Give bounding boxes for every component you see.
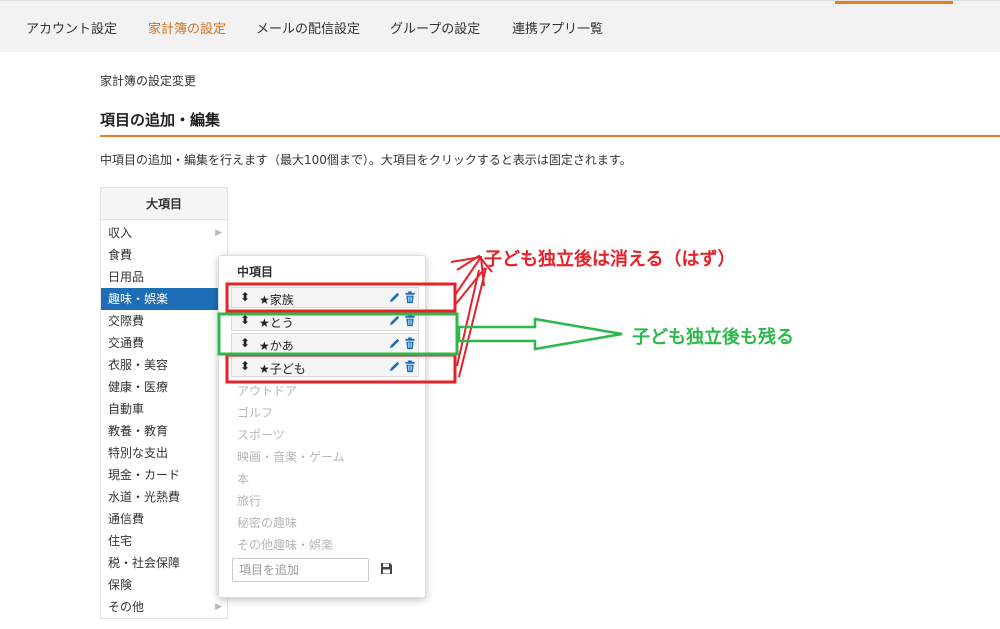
annotation-red-text: 子ども独立後は消える（はず）	[484, 249, 736, 270]
pencil-icon[interactable]	[388, 291, 401, 304]
major-item-label: 収入	[108, 226, 133, 240]
major-item-other[interactable]: その他 ▶	[101, 596, 227, 618]
major-item-label: 日用品	[108, 270, 145, 284]
major-item-label: 住宅	[108, 534, 133, 548]
tab-mail-settings[interactable]: メールの配信設定	[256, 18, 360, 37]
top-nav-bar: アカウント設定 家計簿の設定 メールの配信設定 グループの設定 連携アプリ一覧	[0, 0, 1000, 52]
preset-sub-item: 秘密の趣味	[237, 516, 298, 530]
preset-sub-item: スポーツ	[237, 428, 285, 442]
sub-item-label: ★家族	[259, 293, 294, 307]
tab-account-settings[interactable]: アカウント設定	[26, 18, 117, 37]
preset-sub-item: 本	[237, 472, 250, 486]
pencil-icon[interactable]	[388, 314, 401, 327]
major-item-daily-goods[interactable]: 日用品	[101, 266, 227, 288]
major-category-header: 大項目	[101, 188, 227, 220]
major-item-health[interactable]: 健康・医療	[101, 376, 227, 398]
trash-icon[interactable]	[404, 360, 416, 373]
major-item-utilities[interactable]: 水道・光熱費	[101, 486, 227, 508]
sort-arrows-icon[interactable]: ⬍	[240, 359, 250, 373]
major-item-label: 特別な支出	[108, 446, 169, 460]
major-item-special[interactable]: 特別な支出	[101, 442, 227, 464]
major-item-label: 保険	[108, 578, 133, 592]
preset-sub-item: 映画・音楽・ゲーム	[237, 450, 345, 464]
sub-item-row[interactable]: ⬍ ★とう	[231, 310, 419, 331]
tab-household-settings[interactable]: 家計簿の設定	[148, 18, 226, 37]
major-item-car[interactable]: 自動車	[101, 398, 227, 420]
page-title: 項目の追加・編集	[100, 111, 221, 129]
major-item-transport[interactable]: 交通費	[101, 332, 227, 354]
sort-arrows-icon[interactable]: ⬍	[240, 290, 250, 304]
major-item-income[interactable]: 収入 ▶	[101, 222, 227, 244]
add-item-input[interactable]	[232, 558, 369, 582]
major-item-label: 交際費	[108, 314, 145, 328]
preset-sub-item: 旅行	[237, 494, 262, 508]
annotation-red-arrow	[456, 254, 493, 378]
preset-sub-item: ゴルフ	[237, 406, 274, 420]
nav-accent-line	[835, 1, 953, 4]
chevron-right-icon: ▶	[215, 602, 222, 612]
major-item-clothing[interactable]: 衣服・美容	[101, 354, 227, 376]
sub-item-row[interactable]: ⬍ ★子ども	[231, 356, 419, 377]
major-item-housing[interactable]: 住宅	[101, 530, 227, 552]
trash-icon[interactable]	[404, 314, 416, 327]
major-item-label: 現金・カード	[108, 468, 181, 482]
pencil-icon[interactable]	[388, 337, 401, 350]
major-item-cash-card[interactable]: 現金・カード	[101, 464, 227, 486]
trash-icon[interactable]	[404, 337, 416, 350]
sub-item-row[interactable]: ⬍ ★家族	[231, 287, 419, 308]
page-description: 中項目の追加・編集を行えます（最大100個まで）。大項目をクリックすると表示は固…	[100, 153, 632, 167]
sub-item-label: ★子ども	[259, 362, 306, 376]
annotation-red-arrow	[450, 255, 486, 306]
floppy-disk-icon[interactable]	[380, 562, 393, 575]
sub-category-header: 中項目	[237, 265, 274, 279]
chevron-right-icon: ▶	[215, 228, 222, 238]
tab-linked-apps[interactable]: 連携アプリ一覧	[512, 18, 603, 37]
sort-arrows-icon[interactable]: ⬍	[240, 336, 250, 350]
major-item-insurance[interactable]: 保険	[101, 574, 227, 596]
annotation-green-arrow	[457, 317, 623, 351]
major-item-tax[interactable]: 税・社会保障	[101, 552, 227, 574]
major-item-label: 通信費	[108, 512, 145, 526]
major-category-panel: 大項目 収入 ▶ 食費 日用品 趣味・娯楽 交際費 交通費 衣服・美容 健康・医療…	[100, 187, 228, 619]
major-category-list: 収入 ▶ 食費 日用品 趣味・娯楽 交際費 交通費 衣服・美容 健康・医療 自動車…	[101, 220, 227, 618]
major-item-education[interactable]: 教養・教育	[101, 420, 227, 442]
preset-sub-item: その他趣味・娯楽	[237, 538, 334, 552]
sub-item-label: ★とう	[259, 316, 294, 330]
major-item-hobby[interactable]: 趣味・娯楽	[101, 288, 227, 310]
major-item-telecom[interactable]: 通信費	[101, 508, 227, 530]
major-item-label: 趣味・娯楽	[108, 292, 169, 306]
sub-category-popup: 中項目 ⬍ ★家族 ⬍ ★とう ⬍ ★かあ ⬍ ★子ども アウトドア ゴルフ ス…	[218, 255, 426, 598]
title-divider	[100, 135, 1000, 137]
major-item-label: 税・社会保障	[108, 556, 181, 570]
major-item-label: 健康・医療	[108, 380, 169, 394]
major-item-food[interactable]: 食費	[101, 244, 227, 266]
annotation-green-text: 子ども独立後も残る	[632, 327, 794, 348]
major-item-label: その他	[108, 600, 145, 614]
major-item-label: 食費	[108, 248, 133, 262]
major-item-label: 交通費	[108, 336, 145, 350]
major-item-label: 教養・教育	[108, 424, 169, 438]
sub-item-row[interactable]: ⬍ ★かあ	[231, 333, 419, 354]
major-item-label: 自動車	[108, 402, 145, 416]
major-item-social[interactable]: 交際費	[101, 310, 227, 332]
tab-group-settings[interactable]: グループの設定	[390, 18, 480, 37]
major-item-label: 衣服・美容	[108, 358, 169, 372]
pencil-icon[interactable]	[388, 360, 401, 373]
preset-sub-item: アウトドア	[237, 384, 298, 398]
breadcrumb: 家計簿の設定変更	[100, 74, 197, 88]
sort-arrows-icon[interactable]: ⬍	[240, 313, 250, 327]
trash-icon[interactable]	[404, 291, 416, 304]
major-item-label: 水道・光熱費	[108, 490, 181, 504]
sub-item-label: ★かあ	[259, 339, 294, 353]
